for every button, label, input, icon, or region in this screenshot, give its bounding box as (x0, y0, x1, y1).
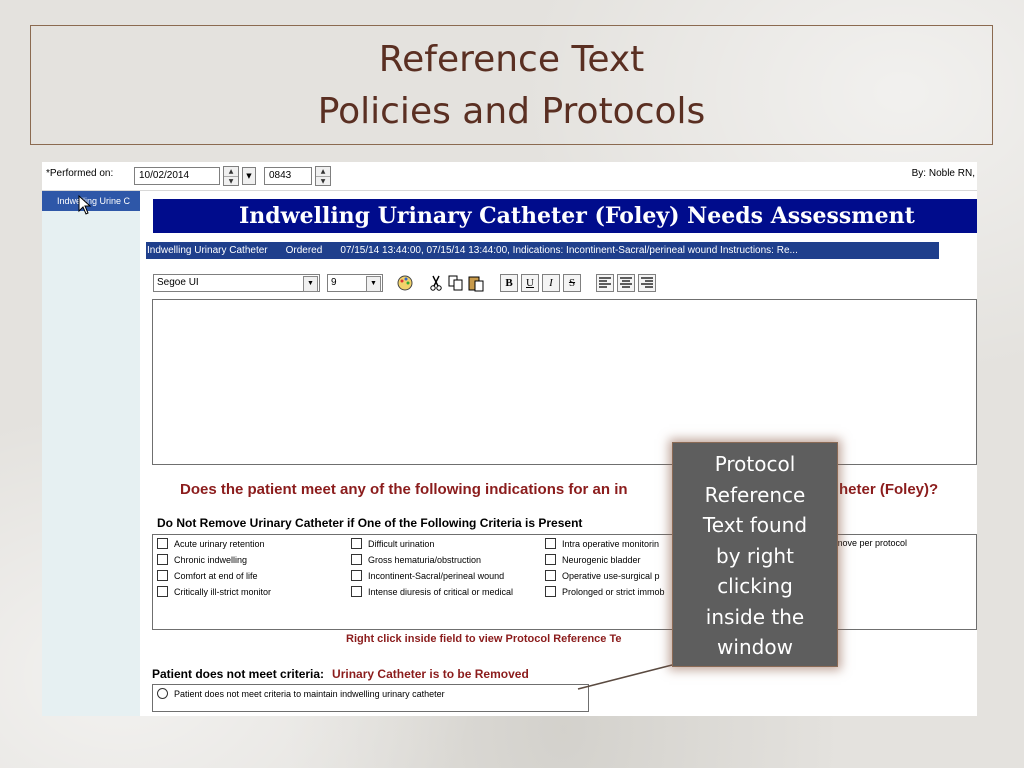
criteria-checkbox[interactable]: Critically ill-strict monitor (157, 586, 271, 597)
criteria-checkbox[interactable]: Intense diuresis of critical or medical (351, 586, 513, 597)
callout-line: inside the (705, 604, 805, 629)
right-click-note: Right click inside field to view Protoco… (346, 633, 622, 645)
criteria-checkbox[interactable]: Chronic indwelling (157, 554, 247, 565)
performed-bar: *Performed on: 10/02/2014 ▲ ▼ ▼ 0843 ▲ ▼… (42, 162, 977, 191)
checkbox-icon[interactable] (351, 586, 362, 597)
performed-by-label: By: Noble RN, (911, 168, 975, 179)
criteria-checkbox[interactable]: Comfort at end of life (157, 570, 258, 581)
callout-line: Reference (704, 482, 806, 507)
checkbox-icon[interactable] (351, 538, 362, 549)
checkbox-icon[interactable] (157, 586, 168, 597)
criteria-checkbox[interactable]: Neurogenic bladder (545, 554, 641, 565)
criteria-label: Gross hematuria/obstruction (368, 555, 482, 565)
callout-line: Text found (702, 513, 808, 537)
date-spinner[interactable]: ▲ ▼ (223, 166, 239, 186)
criteria-box: Acute urinary retention Chronic indwelli… (152, 534, 977, 630)
time-spin-up-icon[interactable]: ▲ (316, 167, 330, 176)
criteria-checkbox[interactable]: Operative use-surgical p (545, 570, 660, 581)
sidebar: Indwelling Urine C (42, 191, 140, 716)
size-dropdown-icon[interactable]: ▼ (366, 276, 381, 292)
italic-button[interactable]: I (542, 274, 560, 292)
criteria-label: Comfort at end of life (174, 571, 258, 581)
criteria-label: Chronic indwelling (174, 555, 248, 565)
criteria-label-fragment: move per protocol (835, 538, 908, 548)
underline-button[interactable]: U (521, 274, 539, 292)
criteria-label: Operative use-surgical p (562, 571, 660, 581)
callout-line: clicking (717, 574, 793, 598)
order-line[interactable]: Indwelling Urinary Catheter Ordered 07/15/… (146, 242, 939, 259)
indications-question-end: heter (Foley)? (839, 481, 939, 498)
spin-up-icon[interactable]: ▲ (224, 167, 238, 176)
checkbox-icon[interactable] (545, 570, 556, 581)
criteria-label: Prolonged or strict immob (562, 587, 665, 597)
order-status: Ordered (285, 245, 323, 256)
date-dropdown-button[interactable]: ▼ (242, 167, 256, 185)
callout-line: window (717, 635, 793, 659)
color-palette-icon[interactable] (396, 274, 414, 292)
time-field[interactable]: 0843 (264, 167, 312, 185)
slide-title-line2: Policies and Protocols (317, 91, 706, 132)
cut-icon[interactable] (427, 274, 445, 292)
date-field[interactable]: 10/02/2014 (134, 167, 220, 185)
checkbox-icon[interactable] (545, 586, 556, 597)
criteria-title: Do Not Remove Urinary Catheter if One of… (157, 516, 583, 530)
criteria-label: Critically ill-strict monitor (174, 587, 272, 597)
font-size-value: 9 (331, 277, 337, 288)
strikethrough-button[interactable]: S (563, 274, 581, 292)
criteria-checkbox[interactable]: Acute urinary retention (157, 538, 265, 549)
align-left-icon[interactable] (596, 274, 614, 292)
checkbox-icon[interactable] (545, 554, 556, 565)
criteria-checkbox[interactable]: Difficult urination (351, 538, 434, 549)
checkbox-icon[interactable] (351, 554, 362, 565)
radio-icon[interactable] (157, 688, 168, 699)
time-spin-down-icon[interactable]: ▼ (316, 176, 330, 186)
slide-title-line1: Reference Text (378, 39, 645, 80)
checkbox-icon[interactable] (157, 570, 168, 581)
criteria-label: Intra operative monitorin (562, 539, 660, 549)
not-meet-criteria-line: Patient does not meet criteria: Urinary C… (152, 667, 529, 681)
not-meet-radio-box: Patient does not meet criteria to mainta… (152, 684, 589, 712)
callout-line: by right (716, 543, 794, 568)
criteria-checkbox[interactable]: Intra operative monitorin (545, 538, 659, 549)
rich-text-editor[interactable] (152, 299, 977, 465)
criteria-label: Acute urinary retention (174, 539, 265, 549)
criteria-checkbox[interactable]: Incontinent-Sacral/perineal wound (351, 570, 504, 581)
bold-button[interactable]: B (500, 274, 518, 292)
checkbox-icon[interactable] (545, 538, 556, 549)
criteria-label: Intense diuresis of critical or medical (368, 587, 514, 597)
criteria-checkbox[interactable]: Gross hematuria/obstruction (351, 554, 481, 565)
not-meet-criteria-label: Patient does not meet criteria: (152, 667, 325, 681)
copy-icon[interactable] (447, 274, 465, 292)
font-select[interactable]: Segoe UI ▼ (153, 274, 320, 292)
slide-title-box: Reference Text Policies and Protocols (30, 25, 993, 145)
checkbox-icon[interactable] (157, 554, 168, 565)
criteria-label: Neurogenic bladder (562, 555, 641, 565)
protocol-callout: Protocol Reference Text found by right c… (673, 443, 837, 666)
checkbox-icon[interactable] (351, 570, 362, 581)
indications-question: Does the patient meet any of the followi… (180, 481, 628, 498)
performed-on-label: *Performed on: (46, 168, 114, 179)
criteria-label: Difficult urination (368, 539, 435, 549)
font-dropdown-icon[interactable]: ▼ (303, 276, 318, 292)
checkbox-icon[interactable] (157, 538, 168, 549)
order-details: 07/15/14 13:44:00, 07/15/14 13:44:00, In… (340, 245, 798, 256)
spin-down-icon[interactable]: ▼ (224, 176, 238, 186)
not-meet-criteria-value: Urinary Catheter is to be Removed (332, 667, 529, 681)
criteria-checkbox[interactable]: Prolonged or strict immob (545, 586, 665, 597)
font-select-value: Segoe UI (157, 277, 199, 288)
criteria-label: Incontinent-Sacral/perineal wound (368, 571, 505, 581)
font-size-select[interactable]: 9 ▼ (327, 274, 383, 292)
time-spinner[interactable]: ▲ ▼ (315, 166, 331, 186)
not-meet-radio-option[interactable]: Patient does not meet criteria to mainta… (157, 688, 445, 699)
align-right-icon[interactable] (638, 274, 656, 292)
form-banner: Indwelling Urinary Catheter (Foley) Need… (153, 199, 977, 233)
align-center-icon[interactable] (617, 274, 635, 292)
callout-line: Protocol (714, 452, 796, 476)
mouse-pointer-icon (78, 195, 92, 215)
order-name: Indwelling Urinary Catheter (147, 245, 268, 256)
paste-icon[interactable] (467, 274, 485, 292)
radio-label: Patient does not meet criteria to mainta… (174, 689, 445, 699)
